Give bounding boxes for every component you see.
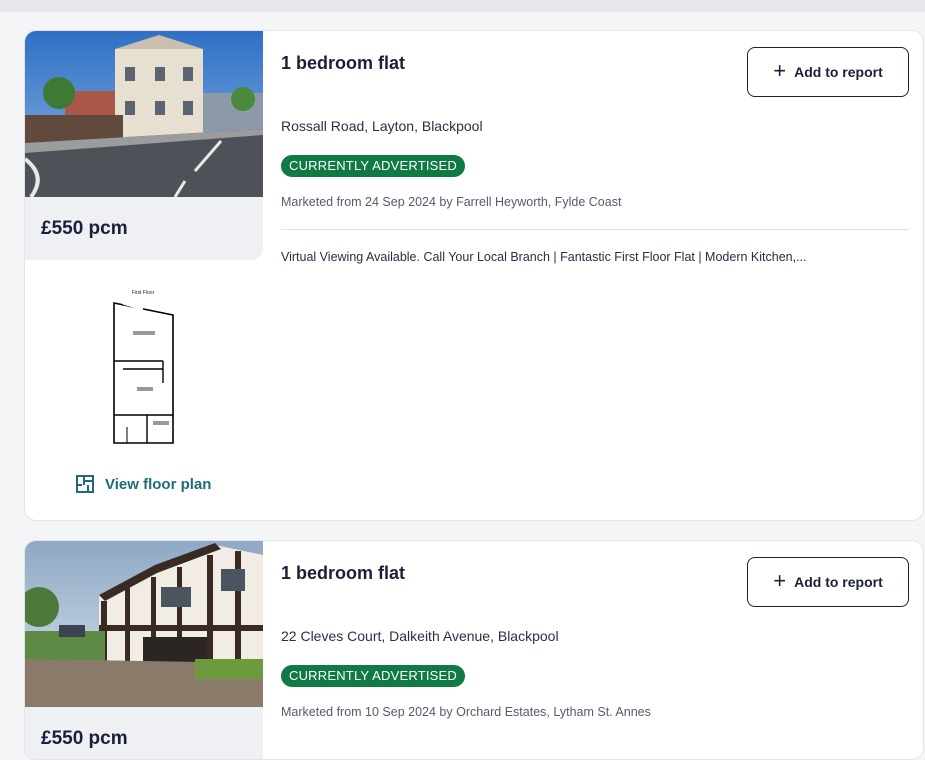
listing-address: Rossall Road, Layton, Blackpool <box>281 118 483 134</box>
property-photo[interactable] <box>25 31 263 197</box>
listing-card[interactable]: £550 pcm 1 bedroom flat + Add to report … <box>24 540 924 760</box>
floor-plan-icon <box>75 474 95 494</box>
property-photo[interactable] <box>25 541 263 707</box>
plus-icon: + <box>773 58 787 83</box>
listing-address: 22 Cleves Court, Dalkeith Avenue, Blackp… <box>281 628 559 644</box>
add-to-report-label: Add to report <box>794 64 883 80</box>
listing-description: Virtual Viewing Available. Call Your Loc… <box>281 250 807 264</box>
listing-title[interactable]: 1 bedroom flat <box>281 53 405 74</box>
marketed-info: Marketed from 24 Sep 2024 by Farrell Hey… <box>281 195 622 209</box>
floor-plan-thumbnail[interactable]: First Floor <box>103 287 183 447</box>
view-floor-plan-label: View floor plan <box>105 475 212 493</box>
price: £550 pcm <box>25 197 263 260</box>
top-strip <box>0 0 925 12</box>
status-badge: CURRENTLY ADVERTISED <box>281 665 465 687</box>
add-to-report-button[interactable]: + Add to report <box>747 557 909 607</box>
add-to-report-button[interactable]: + Add to report <box>747 47 909 97</box>
divider <box>281 229 909 230</box>
marketed-info: Marketed from 10 Sep 2024 by Orchard Est… <box>281 705 651 719</box>
listing-card[interactable]: £550 pcm First Floor View floor plan 1 b… <box>24 30 924 521</box>
view-floor-plan-link[interactable]: View floor plan <box>75 474 211 494</box>
price: £550 pcm <box>25 707 263 759</box>
listing-title[interactable]: 1 bedroom flat <box>281 563 405 584</box>
plus-icon: + <box>773 568 787 593</box>
floor-plan-caption: First Floor <box>132 290 155 296</box>
status-badge: CURRENTLY ADVERTISED <box>281 155 465 177</box>
add-to-report-label: Add to report <box>794 574 883 590</box>
